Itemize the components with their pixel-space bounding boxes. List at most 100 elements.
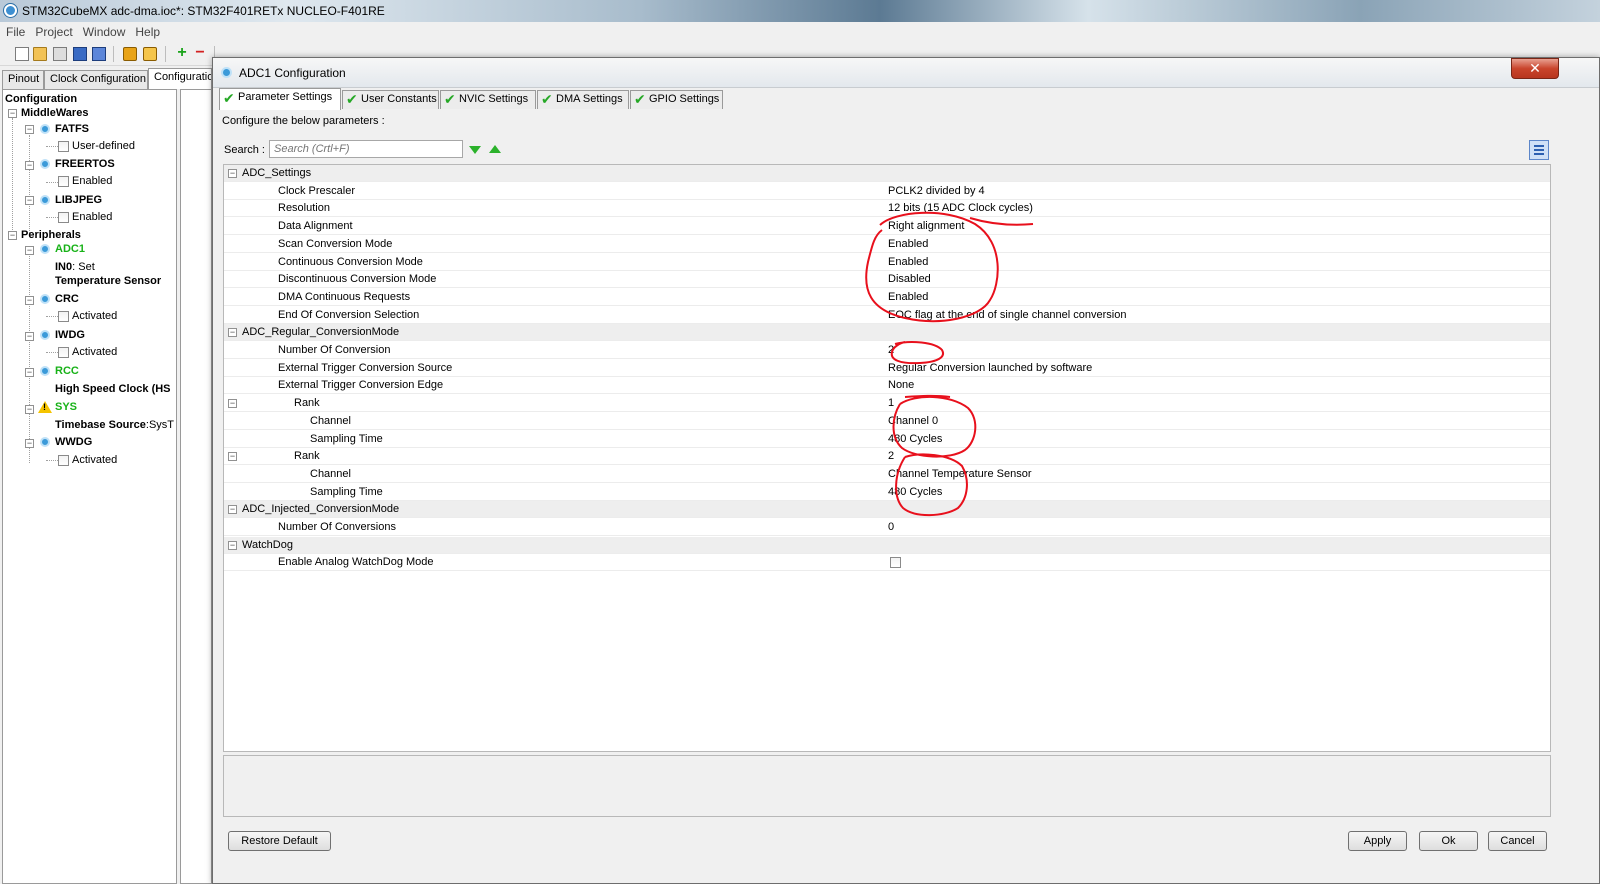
table-row[interactable]: End Of Conversion Selection EOC flag at t… xyxy=(224,307,1550,324)
libjpeg-enabled-checkbox[interactable] xyxy=(58,212,69,223)
parameter-value[interactable]: PCLK2 divided by 4 xyxy=(888,183,985,199)
parameter-value[interactable]: Enabled xyxy=(888,254,928,270)
table-group-row[interactable]: − ADC_Regular_ConversionMode xyxy=(224,324,1550,342)
collapse-icon[interactable]: − xyxy=(228,540,237,550)
collapse-middlewares-icon[interactable]: − xyxy=(8,109,17,118)
table-row[interactable]: DMA Continuous Requests Enabled xyxy=(224,289,1550,306)
new-project-icon[interactable] xyxy=(15,47,29,61)
parameter-value[interactable]: 2 xyxy=(888,448,894,464)
table-row[interactable]: Clock Prescaler PCLK2 divided by 4 xyxy=(224,183,1550,200)
parameter-value[interactable]: 480 Cycles xyxy=(888,431,942,447)
collapse-libjpeg-icon[interactable]: − xyxy=(25,196,34,205)
collapse-icon[interactable]: − xyxy=(228,505,237,515)
parameter-value[interactable]: 1 xyxy=(888,395,894,411)
cancel-button[interactable]: Cancel xyxy=(1488,831,1547,851)
save-as-icon[interactable] xyxy=(92,47,106,61)
collapse-iwdg-icon[interactable]: − xyxy=(25,332,34,341)
tree-fatfs[interactable]: FATFS xyxy=(55,123,89,135)
open-folder-icon[interactable] xyxy=(33,47,47,61)
table-row[interactable]: Channel Channel 0 xyxy=(224,413,1550,430)
tree-freertos[interactable]: FREERTOS xyxy=(55,158,115,170)
tree-wwdg[interactable]: WWDG xyxy=(55,436,92,448)
table-group-row[interactable]: − ADC_Injected_ConversionMode xyxy=(224,501,1550,519)
generate-code-icon[interactable] xyxy=(123,47,137,61)
tab-nvic-settings[interactable]: ✔ NVIC Settings xyxy=(440,90,536,109)
save-icon[interactable] xyxy=(73,47,87,61)
remove-icon[interactable]: − xyxy=(193,45,207,61)
collapse-adc1-icon[interactable]: − xyxy=(25,246,34,255)
freertos-enabled-checkbox[interactable] xyxy=(58,176,69,187)
table-row[interactable]: Number Of Conversion 2 xyxy=(224,342,1550,359)
collapse-icon[interactable]: − xyxy=(228,169,237,178)
table-row[interactable]: External Trigger Conversion Edge None xyxy=(224,377,1550,395)
tab-user-constants[interactable]: ✔ User Constants xyxy=(342,90,439,109)
iwdg-activated-checkbox[interactable] xyxy=(58,347,69,358)
tree-middlewares[interactable]: MiddleWares xyxy=(21,107,88,119)
parameter-value[interactable]: Right alignment xyxy=(888,218,964,234)
parameter-value[interactable]: Channel 0 xyxy=(888,413,938,429)
menu-window[interactable]: Window xyxy=(77,22,130,39)
collapse-peripherals-icon[interactable]: − xyxy=(8,231,17,240)
table-row[interactable]: Number Of Conversions 0 xyxy=(224,519,1550,536)
menu-help[interactable]: Help xyxy=(129,22,164,39)
generate-report-icon[interactable] xyxy=(143,47,157,61)
search-previous-icon[interactable] xyxy=(489,145,501,153)
tab-gpio-settings[interactable]: ✔ GPIO Settings xyxy=(630,90,723,109)
parameter-value[interactable]: None xyxy=(888,377,914,393)
collapse-fatfs-icon[interactable]: − xyxy=(25,125,34,134)
tree-peripherals[interactable]: Peripherals xyxy=(21,229,81,241)
table-row[interactable]: Data Alignment Right alignment xyxy=(224,218,1550,236)
parameter-value[interactable]: Disabled xyxy=(888,271,931,287)
search-input[interactable] xyxy=(269,140,463,158)
table-row[interactable]: Continuous Conversion Mode Enabled xyxy=(224,254,1550,271)
parameter-value[interactable]: Enabled xyxy=(888,236,928,252)
collapse-crc-icon[interactable]: − xyxy=(25,296,34,305)
parameter-value[interactable]: 12 bits (15 ADC Clock cycles) xyxy=(888,200,1033,216)
table-row[interactable]: External Trigger Conversion Source Regula… xyxy=(224,360,1550,377)
tree-iwdg[interactable]: IWDG xyxy=(55,329,85,341)
parameter-value[interactable]: Channel Temperature Sensor xyxy=(888,466,1032,482)
fatfs-user-defined-checkbox[interactable] xyxy=(58,141,69,152)
table-row[interactable]: Sampling Time 480 Cycles xyxy=(224,431,1550,448)
close-button[interactable]: ✕ xyxy=(1511,58,1559,79)
ok-button[interactable]: Ok xyxy=(1419,831,1478,851)
table-row[interactable]: − Rank 2 xyxy=(224,448,1550,466)
list-view-icon[interactable] xyxy=(1529,140,1549,160)
collapse-sys-icon[interactable]: − xyxy=(25,405,34,414)
crc-activated-checkbox[interactable] xyxy=(58,311,69,322)
collapse-rcc-icon[interactable]: − xyxy=(25,368,34,377)
table-row[interactable]: Resolution 12 bits (15 ADC Clock cycles) xyxy=(224,200,1550,218)
parameter-value[interactable]: 0 xyxy=(888,519,894,535)
parameter-value[interactable]: Enabled xyxy=(888,289,928,305)
tab-pinout[interactable]: Pinout xyxy=(2,70,44,89)
tree-sys[interactable]: SYS xyxy=(55,401,77,413)
tab-parameter-settings[interactable]: ✔ Parameter Settings xyxy=(219,88,341,110)
table-row[interactable]: Sampling Time 480 Cycles xyxy=(224,484,1550,501)
table-row[interactable]: Discontinuous Conversion Mode Disabled xyxy=(224,271,1550,289)
table-row[interactable]: − Rank 1 xyxy=(224,395,1550,413)
add-icon[interactable]: + xyxy=(175,45,189,61)
collapse-icon[interactable]: − xyxy=(228,399,237,409)
parameter-value[interactable]: EOC flag at the end of single channel co… xyxy=(888,307,1126,323)
tree-adc1[interactable]: ADC1 xyxy=(55,243,85,255)
menu-project[interactable]: Project xyxy=(29,22,76,39)
apply-button[interactable]: Apply xyxy=(1348,831,1407,851)
table-group-row[interactable]: − ADC_Settings xyxy=(224,165,1550,182)
tab-clock-configuration[interactable]: Clock Configuration xyxy=(44,70,148,89)
table-row[interactable]: Scan Conversion Mode Enabled xyxy=(224,236,1550,253)
parameter-value[interactable]: Regular Conversion launched by software xyxy=(888,360,1092,376)
collapse-icon[interactable]: − xyxy=(228,452,237,462)
restore-default-button[interactable]: Restore Default xyxy=(228,831,331,851)
table-group-row[interactable]: − WatchDog xyxy=(224,536,1550,554)
collapse-freertos-icon[interactable]: − xyxy=(25,161,34,170)
tree-libjpeg[interactable]: LIBJPEG xyxy=(55,194,102,206)
tab-configuration[interactable]: Configuration xyxy=(148,68,212,89)
parameter-value[interactable]: 2 xyxy=(888,342,894,358)
menu-file[interactable]: File xyxy=(0,22,29,39)
collapse-icon[interactable]: − xyxy=(228,328,237,338)
parameter-checkbox[interactable] xyxy=(890,557,901,569)
tree-crc[interactable]: CRC xyxy=(55,293,79,305)
collapse-wwdg-icon[interactable]: − xyxy=(25,439,34,448)
copy-icon[interactable] xyxy=(53,47,67,61)
tree-root-configuration[interactable]: Configuration xyxy=(5,93,77,105)
